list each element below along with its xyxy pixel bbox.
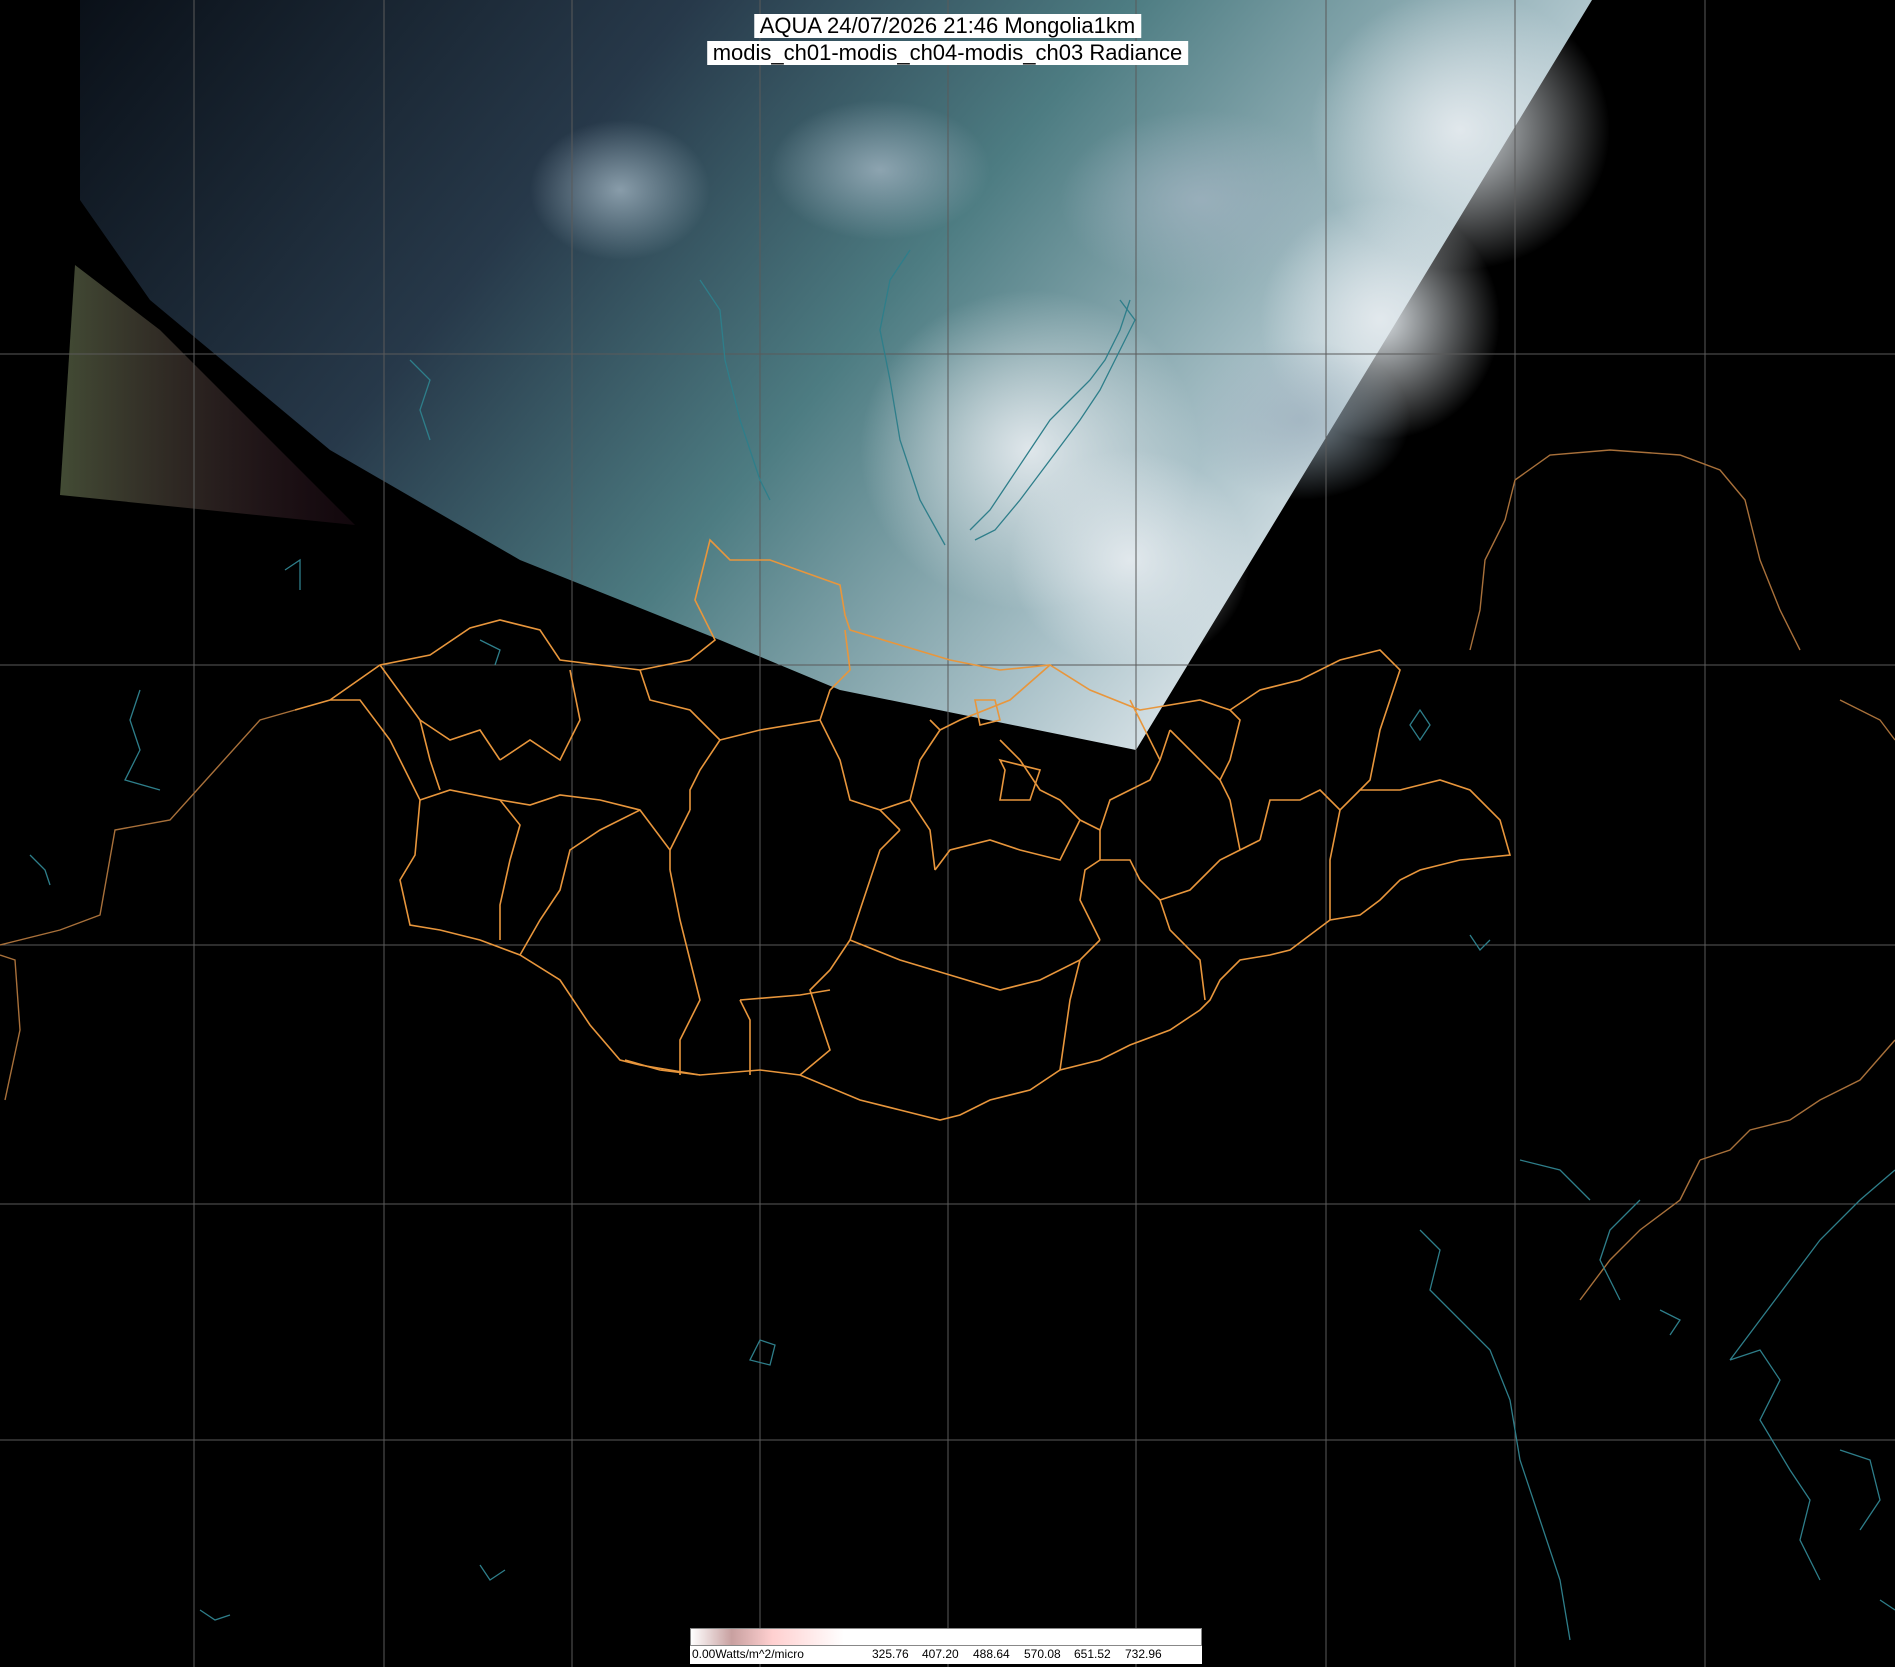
title-line-1: AQUA 24/07/2026 21:46 Mongolia1km	[753, 14, 1142, 38]
colorbar-strip	[690, 1628, 1202, 1646]
title-line-2: modis_ch01-modis_ch04-modis_ch03 Radianc…	[706, 41, 1189, 65]
colorbar-tick: 732.96	[1125, 1647, 1162, 1661]
colorbar-unit-label: 0.00Watts/m^2/micro	[692, 1647, 804, 1661]
colorbar: 0.00Watts/m^2/micro 325.76 407.20 488.64…	[690, 1628, 1202, 1664]
colorbar-tick: 407.20	[922, 1647, 959, 1661]
colorbar-tick: 325.76	[872, 1647, 909, 1661]
satellite-map	[0, 0, 1895, 1667]
satellite-swath	[80, 0, 1610, 750]
colorbar-labels: 0.00Watts/m^2/micro 325.76 407.20 488.64…	[690, 1646, 1202, 1664]
colorbar-tick: 651.52	[1074, 1647, 1111, 1661]
colorbar-tick: 570.08	[1024, 1647, 1061, 1661]
colorbar-tick: 488.64	[973, 1647, 1010, 1661]
